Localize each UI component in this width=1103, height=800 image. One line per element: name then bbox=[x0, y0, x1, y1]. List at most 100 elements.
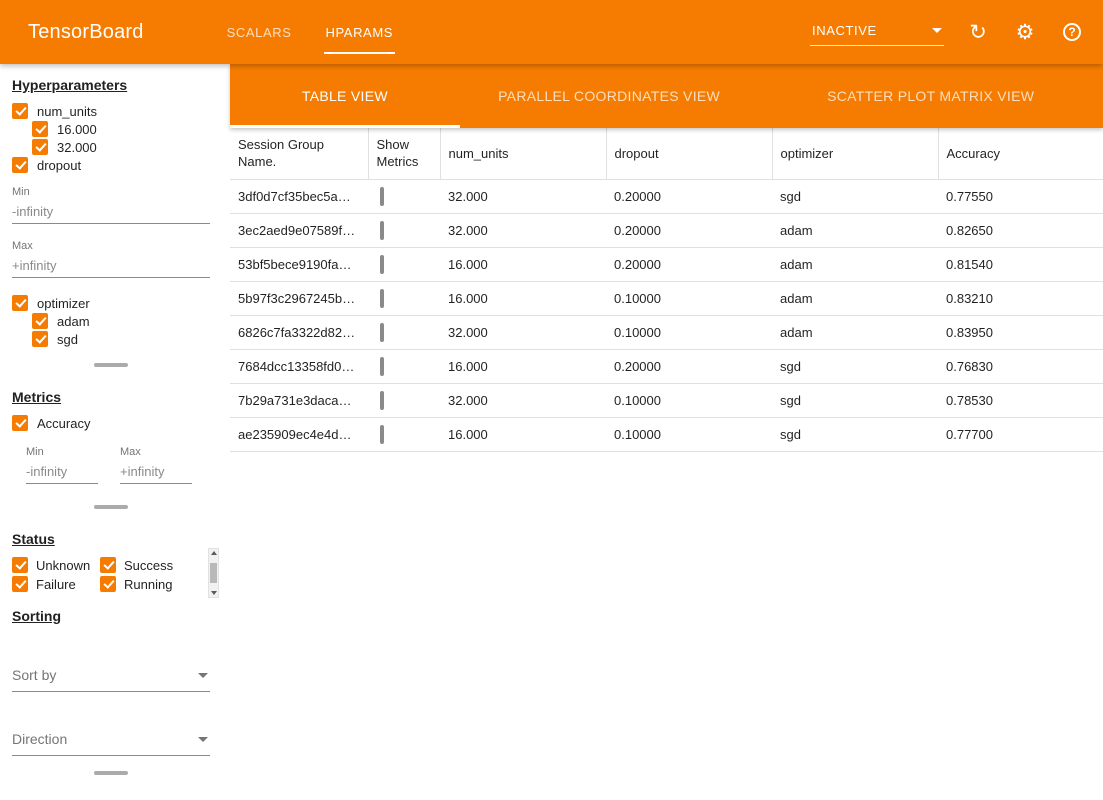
dropout-max-field: Max bbox=[12, 240, 210, 278]
show-metrics-checkbox[interactable] bbox=[380, 221, 384, 240]
accuracy-label: Accuracy bbox=[37, 416, 90, 431]
status-success-checkbox[interactable] bbox=[100, 557, 116, 573]
cell-accuracy: 0.76830 bbox=[938, 349, 1103, 383]
status-unknown-row[interactable]: Unknown bbox=[12, 556, 100, 574]
num-units-checkbox[interactable] bbox=[12, 103, 28, 119]
section-resize-handle[interactable] bbox=[94, 505, 128, 509]
gear-icon[interactable]: ⚙ bbox=[1012, 19, 1038, 45]
table-row[interactable]: 7b29a731e3daca… 32.000 0.10000 sgd 0.785… bbox=[230, 383, 1103, 417]
cell-num-units: 32.000 bbox=[440, 213, 606, 247]
metrics-minmax-row: Min Max bbox=[26, 446, 210, 484]
dropout-min-input[interactable] bbox=[12, 201, 210, 224]
scroll-up-icon[interactable] bbox=[211, 551, 217, 555]
status-success-label: Success bbox=[124, 558, 173, 573]
session-groups-table: Session Group Name. Show Metrics num_uni… bbox=[230, 128, 1103, 452]
run-status-select[interactable]: INACTIVE bbox=[810, 19, 944, 46]
status-failure-label: Failure bbox=[36, 577, 76, 592]
tab-hparams[interactable]: HPARAMS bbox=[309, 0, 411, 64]
table-row[interactable]: 3ec2aed9e07589f… 32.000 0.20000 adam 0.8… bbox=[230, 213, 1103, 247]
chevron-down-icon bbox=[932, 28, 942, 33]
cell-dropout: 0.10000 bbox=[606, 383, 772, 417]
status-failure-row[interactable]: Failure bbox=[12, 575, 100, 593]
show-metrics-checkbox[interactable] bbox=[380, 391, 384, 410]
cell-session-group-name: ae235909ec4e4d… bbox=[230, 417, 368, 451]
cell-accuracy: 0.81540 bbox=[938, 247, 1103, 281]
scrollbar-thumb[interactable] bbox=[210, 563, 217, 583]
table-row[interactable]: ae235909ec4e4d… 16.000 0.10000 sgd 0.777… bbox=[230, 417, 1103, 451]
cell-accuracy: 0.77700 bbox=[938, 417, 1103, 451]
show-metrics-checkbox[interactable] bbox=[380, 357, 384, 376]
section-resize-handle[interactable] bbox=[94, 363, 128, 367]
show-metrics-checkbox[interactable] bbox=[380, 187, 384, 206]
optimizer-adam-row[interactable]: adam bbox=[32, 312, 210, 330]
cell-optimizer: adam bbox=[772, 281, 938, 315]
hparam-num-units-row[interactable]: num_units bbox=[12, 102, 210, 120]
status-failure-checkbox[interactable] bbox=[12, 576, 28, 592]
sort-by-select[interactable]: Sort by bbox=[12, 662, 210, 692]
main-panel: TABLE VIEW PARALLEL COORDINATES VIEW SCA… bbox=[230, 64, 1103, 800]
refresh-glyph: ↻ bbox=[969, 22, 987, 43]
direction-select[interactable]: Direction bbox=[12, 726, 210, 756]
show-metrics-checkbox[interactable] bbox=[380, 425, 384, 444]
dropout-checkbox[interactable] bbox=[12, 157, 28, 173]
scroll-down-icon[interactable] bbox=[211, 591, 217, 595]
cell-num-units: 16.000 bbox=[440, 281, 606, 315]
dropout-max-input[interactable] bbox=[12, 255, 210, 278]
show-metrics-checkbox[interactable] bbox=[380, 289, 384, 308]
accuracy-checkbox[interactable] bbox=[12, 415, 28, 431]
help-icon[interactable]: ? bbox=[1059, 19, 1085, 45]
cell-optimizer: adam bbox=[772, 315, 938, 349]
section-resize-handle[interactable] bbox=[94, 771, 128, 775]
table-row[interactable]: 6826c7fa3322d82… 32.000 0.10000 adam 0.8… bbox=[230, 315, 1103, 349]
status-running-row[interactable]: Running bbox=[100, 575, 188, 593]
num-units-label: num_units bbox=[37, 104, 97, 119]
optimizer-label: optimizer bbox=[37, 296, 90, 311]
refresh-icon[interactable]: ↻ bbox=[965, 19, 991, 45]
num-units-16-checkbox[interactable] bbox=[32, 121, 48, 137]
table-row[interactable]: 7684dcc13358fd0… 16.000 0.20000 sgd 0.76… bbox=[230, 349, 1103, 383]
cell-accuracy: 0.82650 bbox=[938, 213, 1103, 247]
table-row[interactable]: 53bf5bece9190fa… 16.000 0.20000 adam 0.8… bbox=[230, 247, 1103, 281]
hyperparameters-section: Hyperparameters num_units 16.000 32.000 … bbox=[0, 66, 222, 352]
metrics-min-field: Min bbox=[26, 446, 98, 484]
tab-parallel-coordinates-view[interactable]: PARALLEL COORDINATES VIEW bbox=[460, 64, 759, 128]
hparam-dropout-row[interactable]: dropout bbox=[12, 156, 210, 174]
table-row[interactable]: 5b97f3c2967245b… 16.000 0.10000 adam 0.8… bbox=[230, 281, 1103, 315]
status-running-checkbox[interactable] bbox=[100, 576, 116, 592]
cell-dropout: 0.10000 bbox=[606, 315, 772, 349]
optimizer-sgd-checkbox[interactable] bbox=[32, 331, 48, 347]
tab-table-view[interactable]: TABLE VIEW bbox=[230, 64, 460, 128]
num-units-32-checkbox[interactable] bbox=[32, 139, 48, 155]
hparam-optimizer-row[interactable]: optimizer bbox=[12, 294, 210, 312]
cell-session-group-name: 7b29a731e3daca… bbox=[230, 383, 368, 417]
tab-scalars[interactable]: SCALARS bbox=[210, 0, 309, 64]
num-units-value-16-row[interactable]: 16.000 bbox=[32, 120, 210, 138]
metric-accuracy-row[interactable]: Accuracy bbox=[12, 414, 210, 432]
optimizer-sgd-row[interactable]: sgd bbox=[32, 330, 210, 348]
column-header-show-metrics: Show Metrics bbox=[368, 128, 440, 179]
metrics-min-input[interactable] bbox=[26, 461, 98, 484]
chevron-down-icon bbox=[198, 737, 208, 742]
status-success-row[interactable]: Success bbox=[100, 556, 188, 574]
show-metrics-checkbox[interactable] bbox=[380, 255, 384, 274]
cell-num-units: 16.000 bbox=[440, 349, 606, 383]
tab-scatter-plot-matrix-view[interactable]: SCATTER PLOT MATRIX VIEW bbox=[758, 64, 1103, 128]
status-scrollbar[interactable] bbox=[208, 548, 219, 598]
show-metrics-checkbox[interactable] bbox=[380, 323, 384, 342]
cell-num-units: 32.000 bbox=[440, 383, 606, 417]
paging-section: Paging Number of matching session groups… bbox=[0, 786, 222, 800]
optimizer-adam-label: adam bbox=[57, 314, 90, 329]
view-tabs: TABLE VIEW PARALLEL COORDINATES VIEW SCA… bbox=[230, 64, 1103, 128]
optimizer-checkbox[interactable] bbox=[12, 295, 28, 311]
num-units-value-32-row[interactable]: 32.000 bbox=[32, 138, 210, 156]
status-unknown-label: Unknown bbox=[36, 558, 90, 573]
dropout-min-label: Min bbox=[12, 186, 210, 198]
metrics-max-input[interactable] bbox=[120, 461, 192, 484]
optimizer-adam-checkbox[interactable] bbox=[32, 313, 48, 329]
table-row[interactable]: 3df0d7cf35bec5a… 32.000 0.20000 sgd 0.77… bbox=[230, 179, 1103, 213]
app-header: TensorBoard SCALARS HPARAMS INACTIVE ↻ ⚙… bbox=[0, 0, 1103, 64]
status-unknown-checkbox[interactable] bbox=[12, 557, 28, 573]
cell-session-group-name: 5b97f3c2967245b… bbox=[230, 281, 368, 315]
metrics-min-label: Min bbox=[26, 446, 98, 458]
help-glyph: ? bbox=[1063, 23, 1081, 41]
